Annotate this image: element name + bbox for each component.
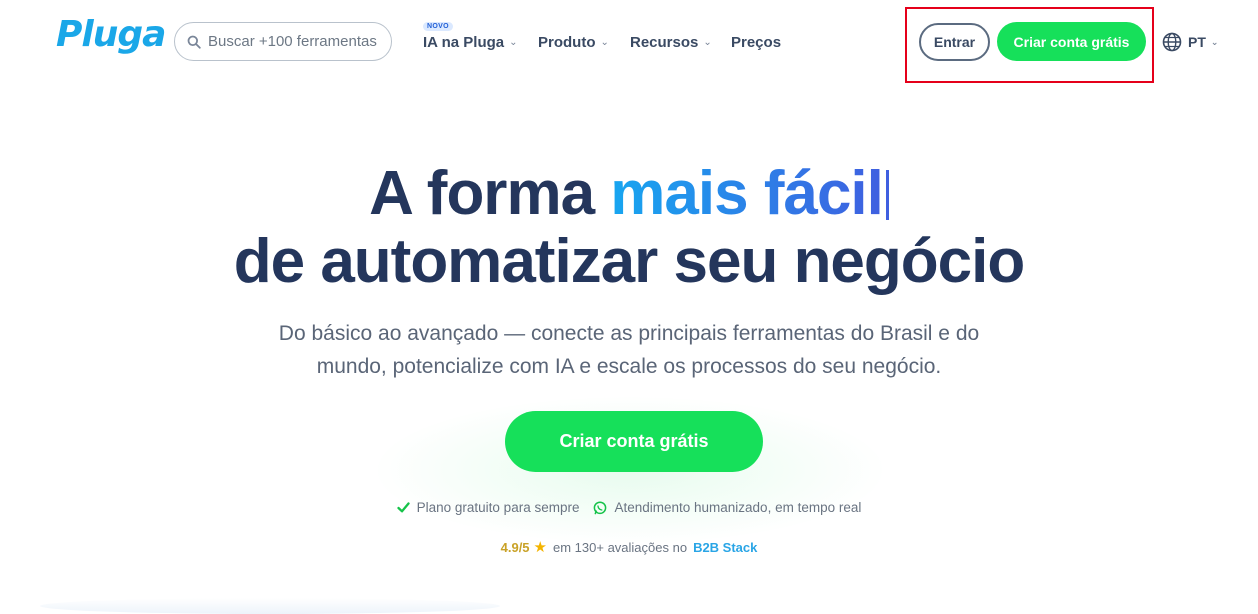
nav-recursos[interactable]: Recursos ⌄ [630, 34, 712, 51]
nav-recursos-label: Recursos [630, 34, 699, 51]
signup-button-hero[interactable]: Criar conta grátis [505, 411, 763, 472]
whatsapp-icon [593, 500, 607, 515]
hero-subtitle: Do básico ao avançado — conecte as princ… [278, 322, 980, 378]
chevron-down-icon: ⌄ [509, 37, 518, 48]
rating-text: em 130+ avaliações no [553, 539, 688, 555]
search-icon [186, 34, 202, 50]
rating: 4.9/5 ★ em 130+ avaliações no B2B Stack [0, 538, 1258, 556]
language-selector[interactable]: PT ⌄ [1162, 32, 1218, 52]
section-fade [40, 598, 500, 614]
new-badge: NOVO [423, 22, 453, 31]
check-icon [396, 502, 410, 513]
nav-ia-na-pluga[interactable]: IA na Pluga ⌄ [423, 34, 518, 51]
pluga-logo[interactable]: Pluga [56, 14, 166, 55]
login-button[interactable]: Entrar [919, 23, 990, 61]
hero-title-line1: A forma mais fácil [0, 158, 1258, 229]
globe-icon [1162, 32, 1182, 52]
chevron-down-icon: ⌄ [1210, 36, 1219, 47]
search-input[interactable] [208, 33, 378, 50]
nav-produto[interactable]: Produto ⌄ [538, 34, 609, 51]
signup-button-header[interactable]: Criar conta grátis [997, 22, 1146, 61]
nav-produto-label: Produto [538, 34, 596, 51]
hero-title-accent: mais fácil [610, 159, 884, 228]
feature-item: Atendimento humanizado, em tempo real [593, 500, 861, 515]
language-label: PT [1188, 34, 1206, 50]
nav-ia-na-pluga-label: IA na Pluga [423, 34, 505, 51]
chevron-down-icon: ⌄ [703, 37, 712, 48]
feature-text: Plano gratuito para sempre [416, 500, 580, 515]
feature-list: Plano gratuito para sempre Atendimento h… [0, 500, 1258, 515]
feature-item: Plano gratuito para sempre [396, 500, 580, 515]
chevron-down-icon: ⌄ [600, 37, 609, 48]
nav-precos-label: Preços [731, 34, 782, 51]
hero-title-line2: de automatizar seu negócio [233, 227, 1026, 296]
feature-text: Atendimento humanizado, em tempo real [614, 500, 862, 515]
search-box[interactable] [174, 22, 392, 61]
b2b-stack-link[interactable]: B2B Stack [693, 540, 757, 555]
rating-score: 4.9/5 [500, 539, 530, 555]
star-icon: ★ [533, 539, 547, 556]
nav-precos[interactable]: Preços [731, 34, 781, 51]
typing-cursor [885, 170, 889, 220]
hero-title-prefix: A forma [369, 159, 611, 228]
